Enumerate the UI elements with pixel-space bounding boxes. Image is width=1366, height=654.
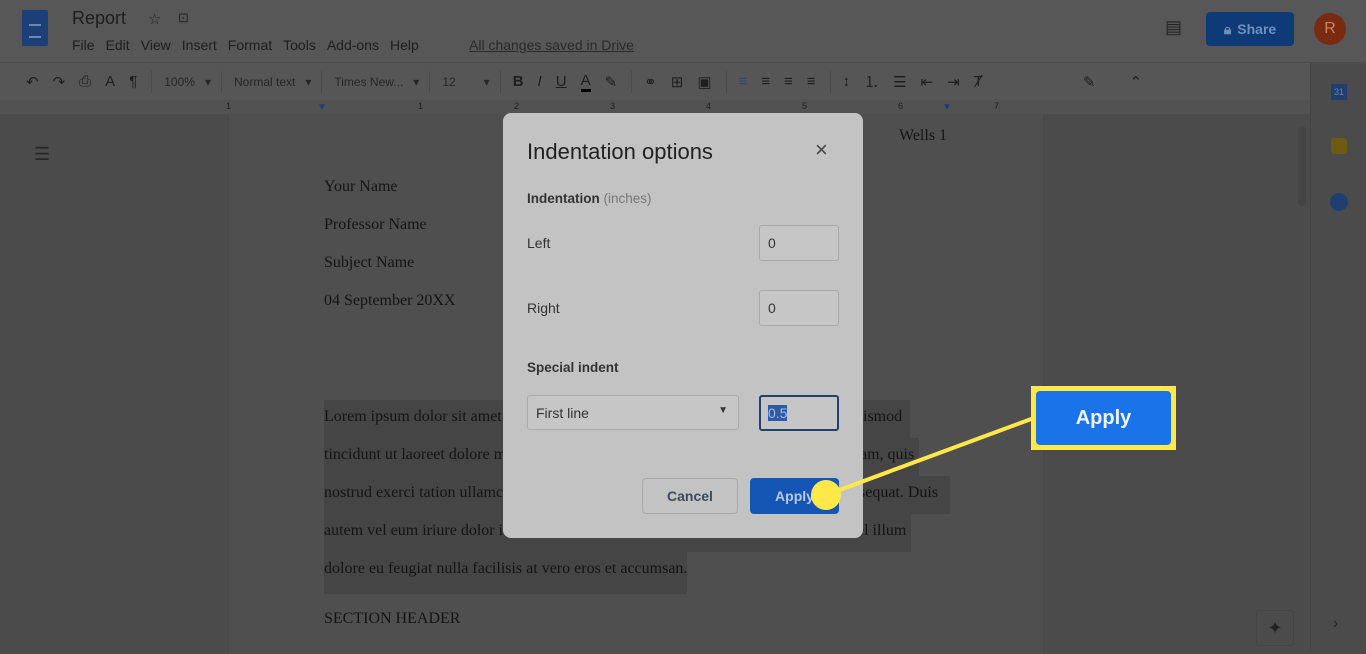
callout-dot bbox=[811, 480, 841, 510]
callout-apply-label: Apply bbox=[1036, 391, 1171, 445]
apply-callout: Apply bbox=[1031, 386, 1176, 450]
callout-connector bbox=[811, 416, 1035, 510]
